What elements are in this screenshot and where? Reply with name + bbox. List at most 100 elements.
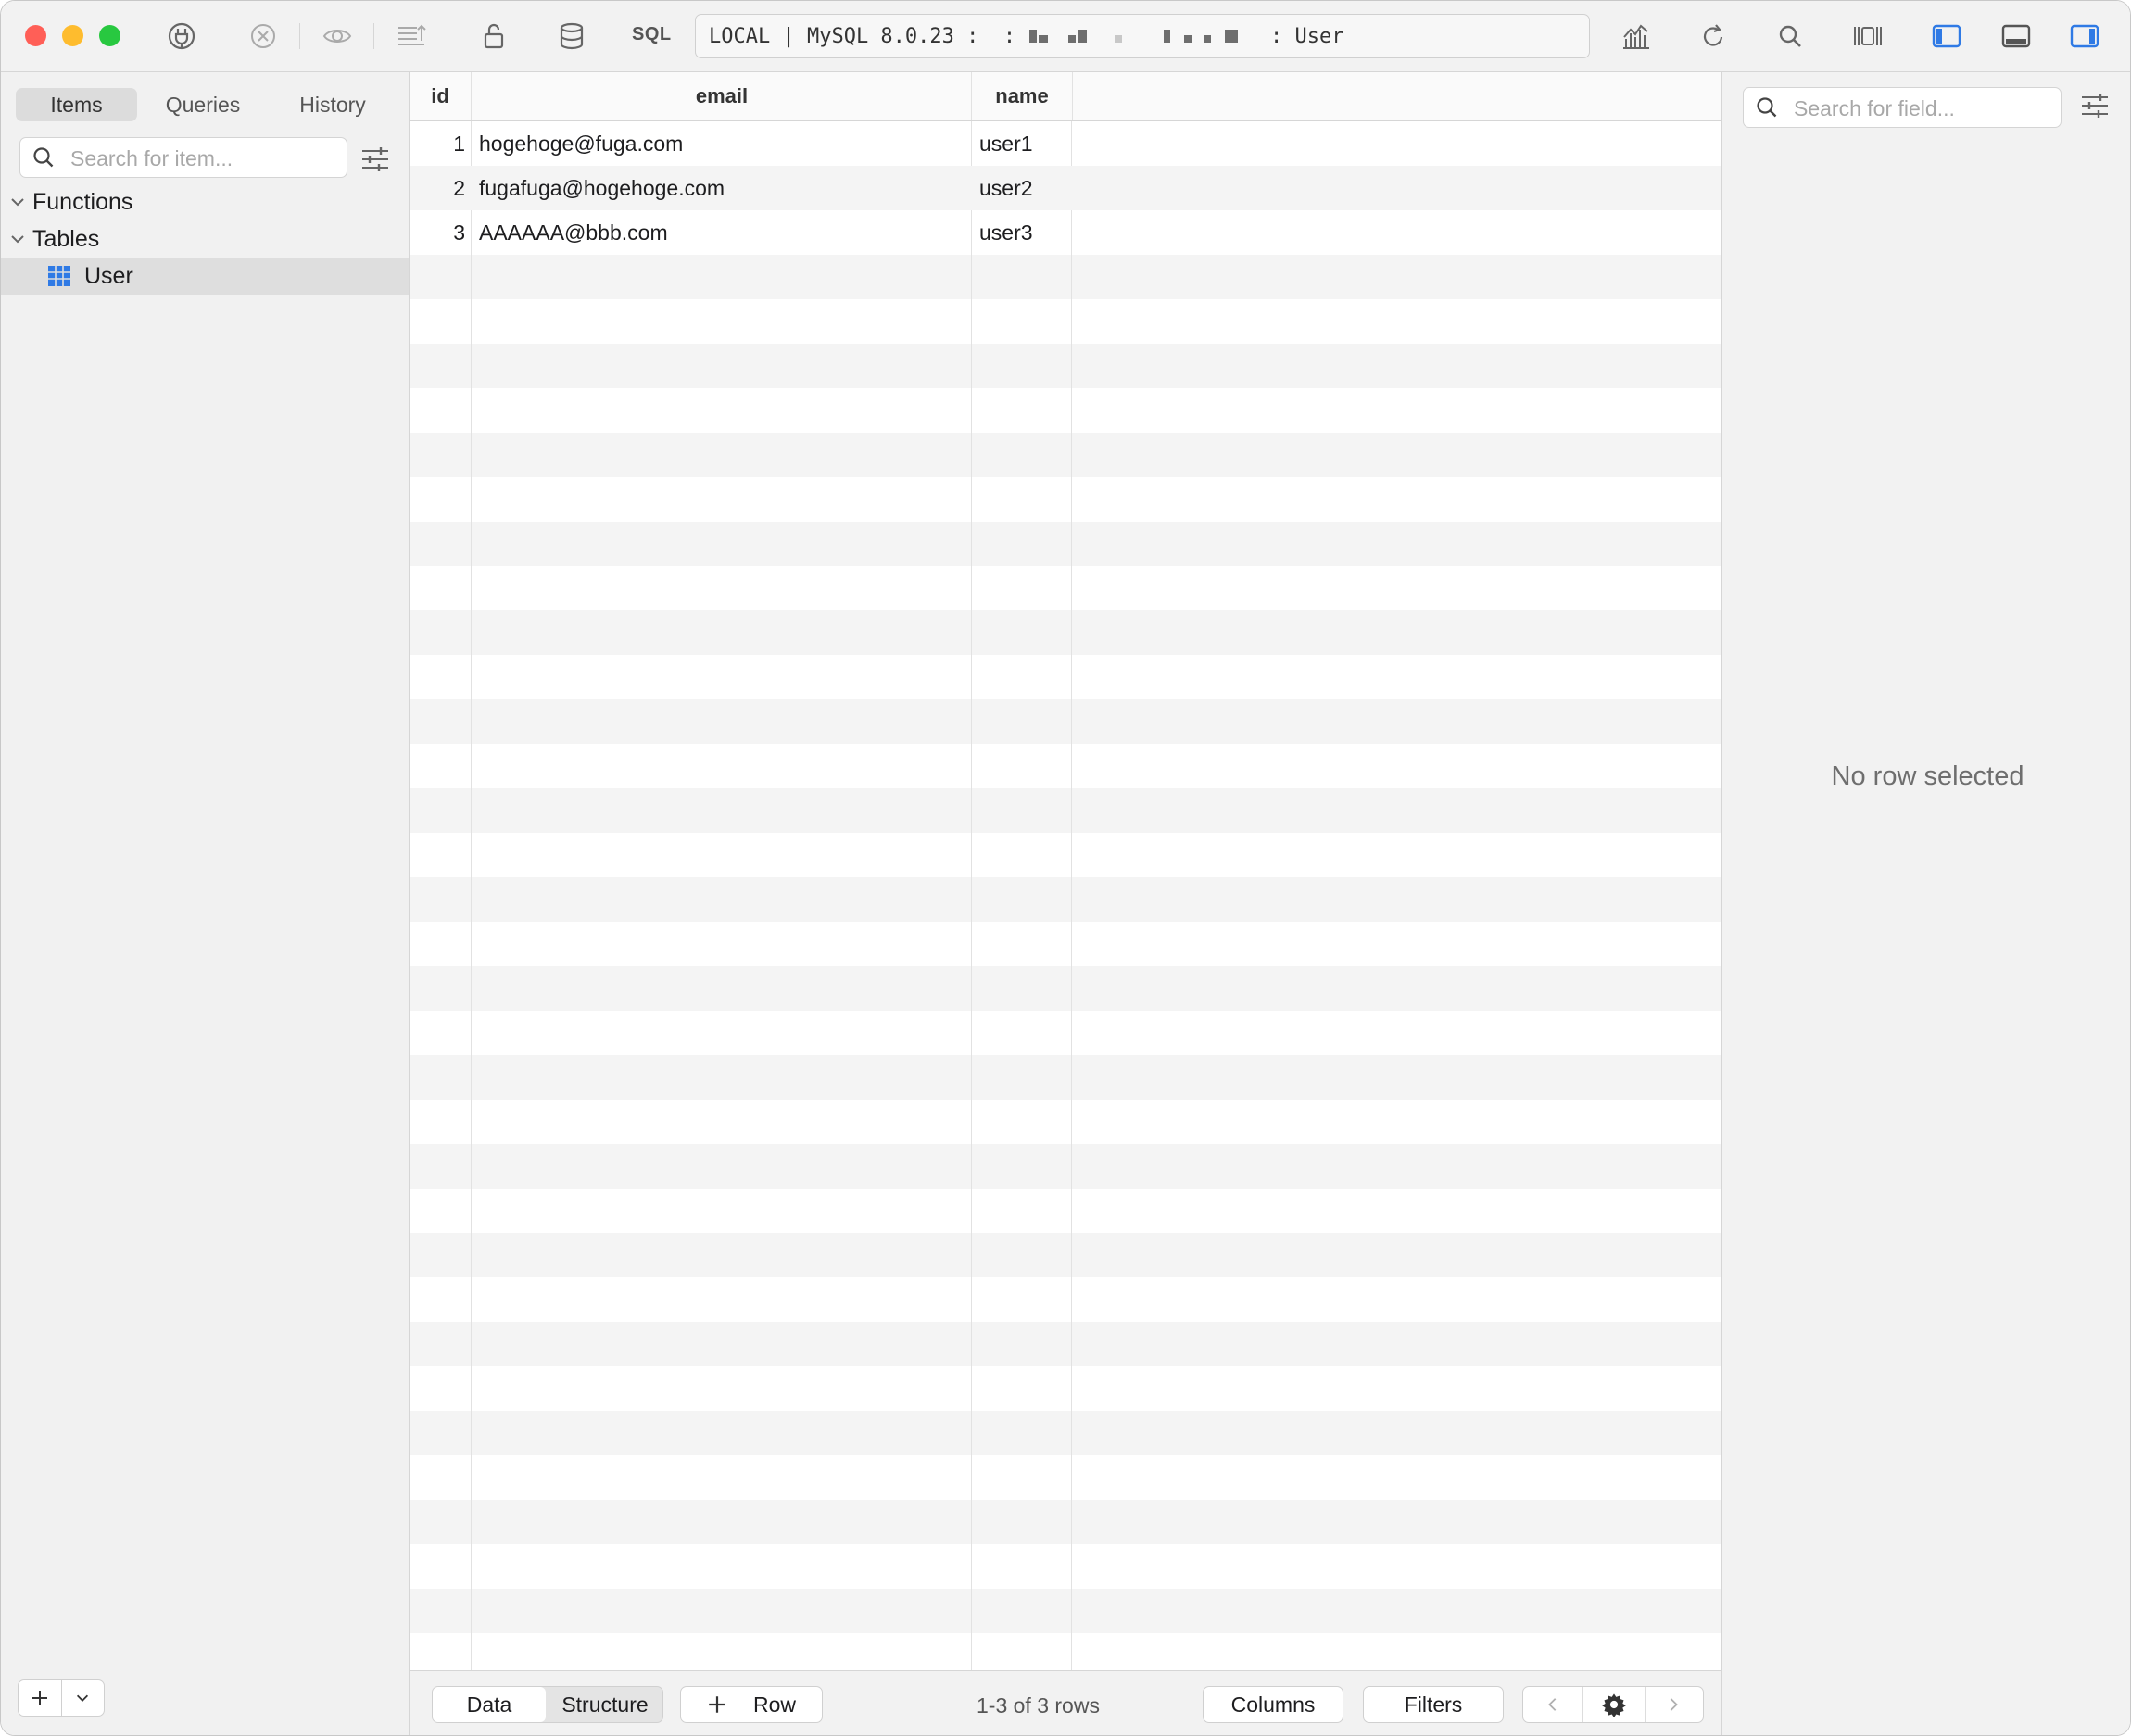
add-item-control[interactable]: [18, 1679, 105, 1717]
redacted-text: [1039, 35, 1048, 43]
table-row[interactable]: 1 hogehoge@fuga.com user1: [410, 121, 1721, 166]
tab-items[interactable]: Items: [16, 88, 137, 121]
search-placeholder: Search for field...: [1794, 96, 1955, 120]
row-detail-panel: Search for field... No row selected: [1721, 72, 2130, 1735]
tree-item-label: Functions: [32, 188, 133, 215]
chevron-down-icon[interactable]: [8, 230, 27, 248]
connection-table-text: : User: [1270, 25, 1344, 48]
column-header-name[interactable]: name: [971, 72, 1073, 120]
plus-icon: [709, 1696, 725, 1713]
toggle-right-panel-icon[interactable]: [2066, 18, 2103, 55]
column-header-id[interactable]: id: [410, 72, 471, 120]
chevron-down-icon[interactable]: [8, 193, 27, 211]
cell-email[interactable]: hogehoge@fuga.com: [479, 121, 683, 166]
view-mode-toggle: Data Structure: [432, 1686, 663, 1723]
column-header-email[interactable]: email: [471, 72, 972, 120]
tab-queries[interactable]: Queries: [149, 88, 257, 121]
empty-row: [410, 1055, 1721, 1100]
chevron-right-icon: [1670, 1698, 1678, 1711]
redacted-text: [1204, 35, 1211, 43]
filter-settings-icon[interactable]: [2078, 89, 2112, 122]
toggle-bottom-panel-icon[interactable]: [1998, 18, 2035, 55]
redacted-text: [1225, 30, 1238, 43]
add-menu-button[interactable]: [60, 1680, 105, 1716]
pagination-control: [1522, 1686, 1704, 1723]
toolbar: SQL LOCAL | MySQL 8.0.23 : : : User: [1, 1, 2130, 72]
cell-id[interactable]: 2: [410, 166, 465, 210]
columns-button[interactable]: Columns: [1203, 1686, 1343, 1723]
filter-settings-icon[interactable]: [359, 143, 392, 176]
lock-icon[interactable]: [475, 18, 512, 55]
close-circle-icon[interactable]: [245, 18, 282, 55]
sidebar: Items Queries History Search for item...…: [1, 72, 410, 1735]
empty-row: [410, 788, 1721, 833]
empty-row: [410, 1322, 1721, 1366]
connection-text: LOCAL | MySQL 8.0.23 : :: [709, 25, 1016, 48]
column-layout-icon[interactable]: [1849, 18, 1886, 55]
gear-icon: [1602, 1693, 1626, 1717]
preview-icon[interactable]: [319, 18, 356, 55]
tree-item-table-user[interactable]: User: [1, 258, 409, 295]
cell-name[interactable]: user2: [979, 166, 1033, 210]
toolbar-divider: [299, 23, 300, 49]
add-row-button[interactable]: Row: [680, 1686, 823, 1723]
redacted-text: [1164, 30, 1170, 43]
chart-icon[interactable]: [1617, 18, 1654, 55]
add-button[interactable]: [19, 1680, 61, 1716]
table-row[interactable]: 2 fugafuga@hogehoge.com user2: [410, 166, 1721, 210]
toggle-left-panel-icon[interactable]: [1928, 18, 1965, 55]
connection-icon[interactable]: [163, 18, 200, 55]
tab-structure[interactable]: Structure: [548, 1687, 662, 1722]
redacted-text: [1115, 35, 1122, 43]
empty-state-message: No row selected: [1831, 761, 2024, 791]
table-row[interactable]: 3 AAAAAA@bbb.com user3: [410, 210, 1721, 255]
redacted-text: [1078, 30, 1087, 43]
grid-header: id email name: [410, 72, 1721, 121]
empty-row: [410, 1589, 1721, 1633]
sql-icon[interactable]: SQL: [632, 24, 672, 45]
column-divider: [471, 72, 472, 1670]
database-icon[interactable]: [553, 18, 590, 55]
table-icon: [48, 266, 70, 286]
next-page-button[interactable]: [1644, 1687, 1703, 1722]
minimize-window-button[interactable]: [62, 25, 83, 46]
cell-email[interactable]: AAAAAA@bbb.com: [479, 210, 668, 255]
chevron-down-icon: [77, 1694, 89, 1702]
add-row-label: Row: [752, 1692, 796, 1717]
empty-row: [410, 522, 1721, 566]
data-grid: id email name 1 hogehoge@fuga.com user1 …: [410, 72, 1721, 1670]
cell-email[interactable]: fugafuga@hogehoge.com: [479, 166, 725, 210]
tree-item-tables[interactable]: Tables: [1, 220, 409, 258]
empty-row: [410, 1233, 1721, 1277]
bottom-toolbar: Data Structure Row 1-3 of 3 rows Columns…: [410, 1670, 1721, 1735]
search-icon[interactable]: [1772, 18, 1809, 55]
item-search-input[interactable]: Search for item...: [19, 137, 347, 178]
cell-id[interactable]: 1: [410, 121, 465, 166]
tab-data[interactable]: Data: [433, 1687, 546, 1722]
chevron-left-icon: [1548, 1698, 1557, 1711]
plus-icon: [32, 1691, 47, 1705]
close-window-button[interactable]: [25, 25, 46, 46]
refresh-icon[interactable]: [1695, 18, 1732, 55]
zoom-window-button[interactable]: [99, 25, 120, 46]
field-search-input[interactable]: Search for field...: [1743, 87, 2062, 128]
cell-id[interactable]: 3: [410, 210, 465, 255]
export-icon[interactable]: [393, 18, 430, 55]
cell-name[interactable]: user3: [979, 210, 1033, 255]
empty-row: [410, 344, 1721, 388]
filters-button[interactable]: Filters: [1363, 1686, 1504, 1723]
cell-name[interactable]: user1: [979, 121, 1033, 166]
search-icon: [1757, 97, 1777, 118]
previous-page-button[interactable]: [1523, 1687, 1582, 1722]
column-divider: [1071, 72, 1072, 1670]
app-window: SQL LOCAL | MySQL 8.0.23 : : : User Item…: [0, 0, 2131, 1736]
tree-item-label: Tables: [32, 225, 100, 252]
tree-item-functions[interactable]: Functions: [1, 183, 409, 220]
empty-row: [410, 610, 1721, 655]
connection-info-field[interactable]: LOCAL | MySQL 8.0.23 : : : User: [695, 14, 1590, 58]
tree-item-label: User: [84, 262, 133, 289]
redacted-text: [1068, 35, 1076, 43]
toolbar-divider: [373, 23, 374, 49]
pagination-settings-button[interactable]: [1582, 1687, 1646, 1722]
tab-history[interactable]: History: [279, 88, 386, 121]
